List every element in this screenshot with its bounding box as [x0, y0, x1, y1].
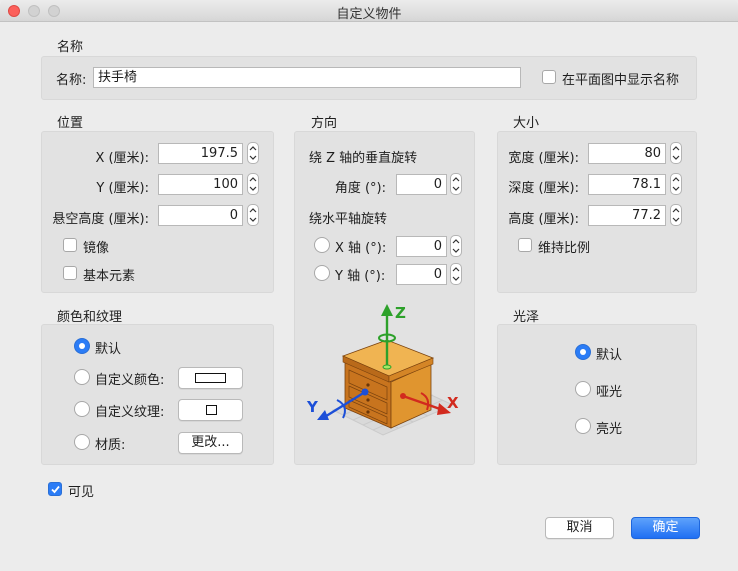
cancel-button[interactable]: 取消	[545, 517, 614, 539]
x-axis-stepper-icon[interactable]	[450, 235, 462, 257]
custom-color-label: 自定义颜色:	[95, 373, 165, 388]
title-bar: 自定义物件	[0, 0, 738, 22]
keep-proportions-checkbox[interactable]	[518, 238, 532, 252]
y-axis-input[interactable]: 0	[396, 264, 447, 285]
ok-button[interactable]: 确定	[631, 517, 700, 539]
shininess-shiny-radio[interactable]	[575, 418, 591, 434]
color-panel: 默认 自定义颜色: 自定义纹理: 材质: 更改...	[41, 324, 274, 465]
custom-texture-label: 自定义纹理:	[95, 405, 165, 420]
color-section-title: 颜色和纹理	[57, 310, 123, 325]
shininess-matt-label: 哑光	[596, 385, 623, 400]
x-axis-input[interactable]: 0	[396, 236, 447, 257]
x-label: X (厘米):	[95, 151, 149, 166]
elevation-label: 悬空高度 (厘米):	[52, 212, 149, 227]
shininess-matt-radio[interactable]	[575, 381, 591, 397]
depth-stepper-icon[interactable]	[670, 173, 682, 195]
horizontal-rotation-title: 绕水平轴旋转	[309, 212, 388, 227]
position-panel: X (厘米): 197.5 Y (厘米): 100 悬空高度 (厘米): 0 镜…	[41, 131, 274, 293]
x-input[interactable]: 197.5	[158, 143, 243, 164]
x-stepper-icon[interactable]	[247, 142, 259, 164]
y-stepper-icon[interactable]	[247, 173, 259, 195]
basic-element-checkbox[interactable]	[63, 266, 77, 280]
z-axis-letter: Z	[395, 304, 406, 322]
depth-label: 深度 (厘米):	[508, 181, 579, 196]
visible-checkbox[interactable]	[48, 482, 62, 496]
elevation-stepper-icon[interactable]	[247, 204, 259, 226]
keep-proportions-label: 维持比例	[538, 241, 591, 256]
mirror-label: 镜像	[83, 241, 110, 256]
default-color-label: 默认	[95, 342, 122, 357]
basic-element-label: 基本元素	[83, 269, 136, 284]
x-axis-label: X 轴 (°):	[335, 241, 387, 256]
visible-label: 可见	[68, 485, 95, 500]
width-label: 宽度 (厘米):	[508, 151, 579, 166]
custom-texture-radio[interactable]	[74, 401, 90, 417]
y-axis-stepper-icon[interactable]	[450, 263, 462, 285]
size-panel: 宽度 (厘米): 80 深度 (厘米): 78.1 高度 (厘米): 77.2 …	[497, 131, 697, 293]
shininess-section-title: 光泽	[513, 310, 540, 325]
x-axis-radio[interactable]	[314, 237, 330, 253]
angle-input[interactable]: 0	[396, 174, 447, 195]
texture-swatch	[206, 405, 217, 415]
y-label: Y (厘米):	[96, 181, 149, 196]
mirror-checkbox[interactable]	[63, 238, 77, 252]
shininess-shiny-label: 亮光	[596, 422, 623, 437]
height-stepper-icon[interactable]	[670, 204, 682, 226]
size-section-title: 大小	[513, 116, 540, 131]
show-name-in-plan-checkbox[interactable]	[542, 70, 556, 84]
y-axis-radio[interactable]	[314, 265, 330, 281]
checkmark-icon	[51, 485, 60, 494]
custom-color-button[interactable]	[178, 367, 243, 389]
x-axis-letter: X	[447, 394, 459, 412]
show-name-in-plan-label: 在平面图中显示名称	[562, 73, 680, 88]
width-input[interactable]: 80	[588, 143, 666, 164]
name-section-title: 名称	[57, 40, 84, 55]
height-input[interactable]: 77.2	[588, 205, 666, 226]
y-axis-label: Y 轴 (°):	[335, 269, 386, 284]
name-panel: 名称: 扶手椅 在平面图中显示名称	[41, 56, 697, 100]
material-label: 材质:	[95, 438, 126, 453]
material-radio[interactable]	[74, 434, 90, 450]
custom-color-radio[interactable]	[74, 369, 90, 385]
name-label: 名称:	[56, 73, 87, 88]
modify-material-button[interactable]: 更改...	[178, 432, 243, 454]
default-color-radio[interactable]	[74, 338, 90, 354]
y-input[interactable]: 100	[158, 174, 243, 195]
width-stepper-icon[interactable]	[670, 142, 682, 164]
orientation-section-title: 方向	[311, 116, 338, 131]
height-label: 高度 (厘米):	[508, 212, 579, 227]
angle-label: 角度 (°):	[334, 181, 386, 196]
orientation-panel: 绕 Z 轴的垂直旋转 角度 (°): 0 绕水平轴旋转 X 轴 (°): 0 Y…	[294, 131, 475, 465]
elevation-input[interactable]: 0	[158, 205, 243, 226]
y-axis-letter: Y	[306, 398, 319, 416]
custom-object-dialog: 自定义物件 名称 名称: 扶手椅 在平面图中显示名称 位置 X (厘米): 19…	[0, 0, 738, 571]
name-input[interactable]: 扶手椅	[93, 67, 521, 88]
custom-texture-button[interactable]	[178, 399, 243, 421]
color-swatch	[195, 373, 226, 383]
shininess-panel: 默认 哑光 亮光	[497, 324, 697, 465]
window-title: 自定义物件	[336, 7, 402, 22]
shininess-default-label: 默认	[596, 348, 623, 363]
shininess-default-radio[interactable]	[575, 344, 591, 360]
position-section-title: 位置	[57, 116, 84, 131]
nightstand-3d-preview[interactable]: Z X Y	[303, 300, 468, 445]
vertical-rotation-title: 绕 Z 轴的垂直旋转	[309, 151, 418, 166]
depth-input[interactable]: 78.1	[588, 174, 666, 195]
angle-stepper-icon[interactable]	[450, 173, 462, 195]
